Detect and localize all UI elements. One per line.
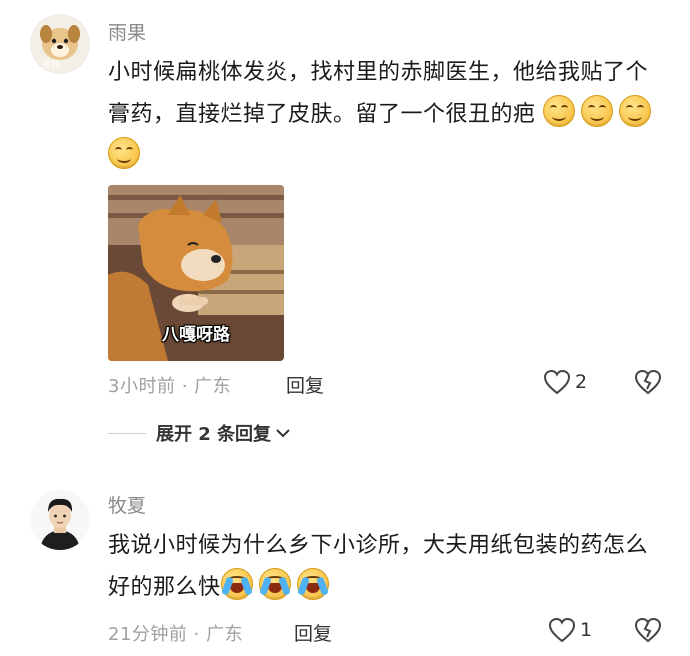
timestamp: 21分钟前 — [108, 624, 188, 645]
crying-laugh-icon — [258, 568, 291, 600]
crying-laugh-icon — [296, 568, 329, 600]
heart-icon — [548, 617, 576, 643]
location: 广东 — [206, 624, 244, 645]
like-count: 1 — [580, 619, 593, 641]
divider — [108, 432, 146, 434]
broken-heart-icon — [634, 369, 662, 395]
smile-icon — [543, 95, 576, 127]
smile-icon — [581, 95, 614, 127]
comment-meta: 3小时前 · 广东 — [108, 372, 231, 398]
smile-icon — [619, 95, 652, 127]
timestamp: 3小时前 — [108, 376, 176, 397]
avatar-label: 是我 — [42, 61, 61, 71]
like-button[interactable]: 2 — [543, 369, 587, 395]
reply-button[interactable]: 回复 — [286, 371, 324, 398]
expand-replies-label: 展开 2 条回复 — [156, 424, 272, 445]
comment-text: 我说小时候为什么乡下小诊所，大夫用纸包装的药怎么好的那么快 — [108, 525, 668, 609]
emoji-group — [220, 568, 335, 600]
dislike-button[interactable] — [634, 369, 662, 399]
username[interactable]: 雨果 — [108, 18, 146, 45]
smile-icon — [108, 137, 140, 169]
username[interactable]: 牧夏 — [108, 491, 146, 518]
avatar[interactable]: 是我 — [30, 14, 90, 74]
crying-laugh-icon — [220, 568, 253, 600]
meme-image[interactable]: 八嘎呀路 — [108, 185, 284, 361]
meme-caption: 八嘎呀路 — [162, 325, 230, 345]
reply-button[interactable]: 回复 — [294, 619, 332, 646]
location: 广东 — [194, 376, 232, 397]
expand-replies-button[interactable]: 展开 2 条回复 — [108, 420, 291, 446]
dislike-button[interactable] — [634, 617, 662, 647]
like-button[interactable]: 1 — [548, 617, 592, 643]
comment-meta: 21分钟前 · 广东 — [108, 620, 243, 646]
comment-text: 小时候扁桃体发炎，找村里的赤脚医生，他给我贴了个膏药，直接烂掉了皮肤。留了一个很… — [108, 52, 668, 178]
like-count: 2 — [575, 371, 588, 393]
comment-body: 我说小时候为什么乡下小诊所，大夫用纸包装的药怎么好的那么快 — [108, 533, 649, 600]
separator: · — [193, 624, 200, 645]
broken-heart-icon — [634, 617, 662, 643]
chevron-down-icon — [276, 429, 290, 438]
avatar[interactable] — [30, 490, 90, 550]
heart-icon — [543, 369, 571, 395]
separator: · — [181, 376, 188, 397]
